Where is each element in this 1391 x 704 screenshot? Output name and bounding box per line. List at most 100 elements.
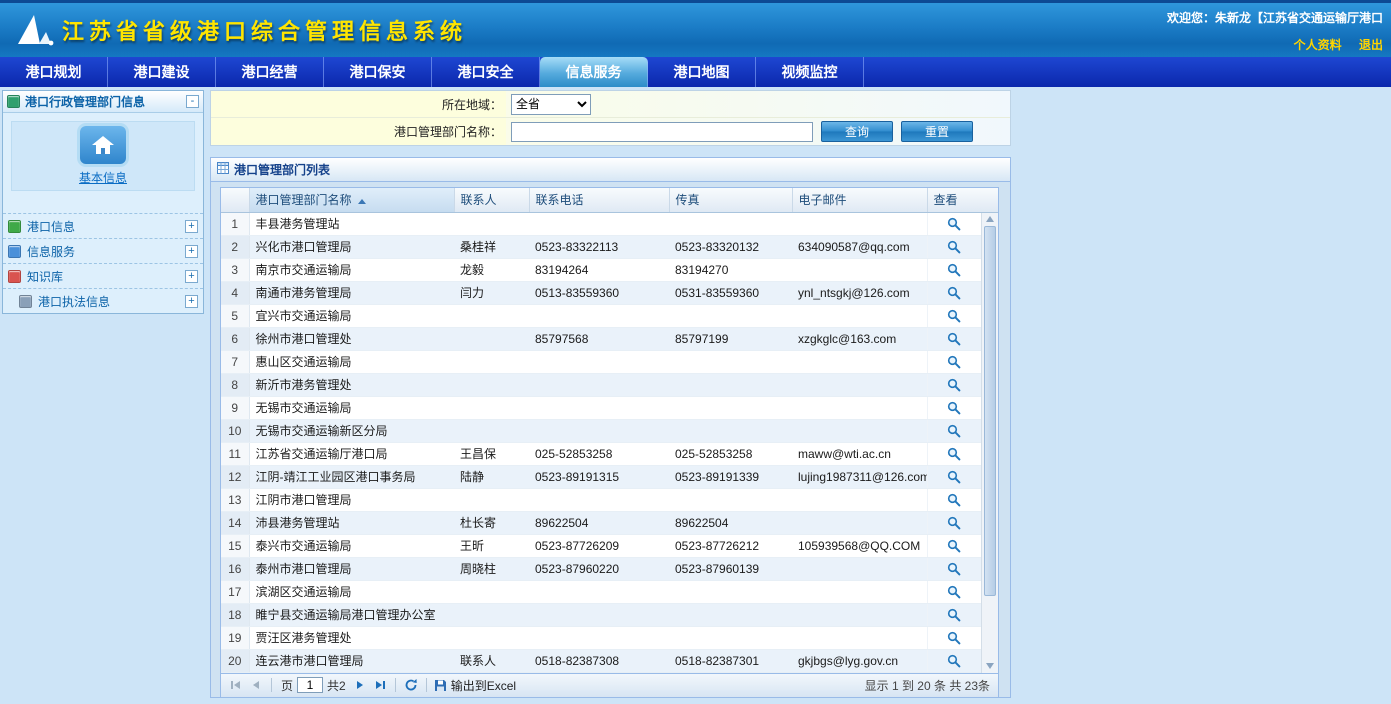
cell-email: [792, 580, 927, 603]
view-record-icon[interactable]: [947, 470, 961, 484]
sidebar-panel-admin-dept-header[interactable]: 港口行政管理部门信息 -: [3, 91, 203, 113]
collapse-button[interactable]: -: [186, 95, 199, 108]
last-page-button[interactable]: [371, 676, 389, 694]
view-record-icon[interactable]: [947, 539, 961, 553]
view-record-icon[interactable]: [947, 493, 961, 507]
cell-phone: [529, 304, 669, 327]
table-row[interactable]: 11江苏省交通运输厅港口局王昌保025-52853258025-52853258…: [221, 442, 981, 465]
scroll-down-icon[interactable]: [986, 663, 994, 669]
page-number-input[interactable]: [297, 677, 323, 693]
table-row[interactable]: 1丰县港务管理站: [221, 212, 981, 235]
knowledge-base-icon: [8, 270, 21, 283]
table-row[interactable]: 20连云港市港口管理局联系人0518-823873080518-82387301…: [221, 649, 981, 672]
view-record-icon[interactable]: [947, 631, 961, 645]
sidebar-item-basic-info[interactable]: 基本信息: [11, 121, 195, 191]
reset-button[interactable]: 重置: [901, 121, 973, 142]
cell-contact: 王昕: [454, 534, 529, 557]
nav-tab-2[interactable]: 港口建设: [108, 57, 216, 87]
cell-dept-name: 江阴市港口管理局: [249, 488, 454, 511]
view-record-icon[interactable]: [947, 608, 961, 622]
header-fax[interactable]: 传真: [669, 188, 792, 212]
law-enforcement-icon: [19, 295, 32, 308]
cell-contact: 闫力: [454, 281, 529, 304]
cell-rownum: 19: [221, 626, 249, 649]
cell-rownum: 2: [221, 235, 249, 258]
view-record-icon[interactable]: [947, 401, 961, 415]
view-record-icon[interactable]: [947, 332, 961, 346]
sidebar-panel-5-header[interactable]: 港口执法信息+: [3, 288, 203, 313]
table-row[interactable]: 8新沂市港务管理处: [221, 373, 981, 396]
prev-page-button[interactable]: [247, 676, 265, 694]
view-record-icon[interactable]: [947, 424, 961, 438]
cell-phone: 0523-89191315: [529, 465, 669, 488]
view-record-icon[interactable]: [947, 263, 961, 277]
cell-phone: 0513-83559360: [529, 281, 669, 304]
expand-button[interactable]: +: [185, 245, 198, 258]
scroll-up-icon[interactable]: [986, 216, 994, 222]
expand-button[interactable]: +: [185, 295, 198, 308]
table-row[interactable]: 2兴化市港口管理局桑桂祥0523-833221130523-8332013263…: [221, 235, 981, 258]
view-record-icon[interactable]: [947, 378, 961, 392]
app-logo-icon: [12, 12, 54, 48]
cell-email: [792, 212, 927, 235]
scrollbar-thumb[interactable]: [984, 226, 996, 596]
table-row[interactable]: 14沛县港务管理站杜长寄8962250489622504: [221, 511, 981, 534]
refresh-button[interactable]: [402, 676, 420, 694]
table-row[interactable]: 3南京市交通运输局龙毅8319426483194270: [221, 258, 981, 281]
table-row[interactable]: 17滨湖区交通运输局: [221, 580, 981, 603]
query-button[interactable]: 查询: [821, 121, 893, 142]
header-dept-name[interactable]: 港口管理部门名称: [249, 188, 454, 212]
logout-link[interactable]: 退出: [1359, 38, 1383, 52]
table-row[interactable]: 16泰州市港口管理局周晓柱0523-879602200523-87960139: [221, 557, 981, 580]
nav-tab-6[interactable]: 信息服务: [540, 57, 648, 87]
view-record-icon[interactable]: [947, 516, 961, 530]
view-record-icon[interactable]: [947, 654, 961, 668]
cell-rownum: 12: [221, 465, 249, 488]
dept-name-input[interactable]: [511, 122, 813, 142]
view-record-icon[interactable]: [947, 447, 961, 461]
view-record-icon[interactable]: [947, 562, 961, 576]
expand-button[interactable]: +: [185, 220, 198, 233]
nav-tab-5[interactable]: 港口安全: [432, 57, 540, 87]
profile-link[interactable]: 个人资料: [1294, 38, 1342, 52]
table-row[interactable]: 18睢宁县交通运输局港口管理办公室: [221, 603, 981, 626]
nav-tab-1[interactable]: 港口规划: [0, 57, 108, 87]
sidebar-panel-2-header[interactable]: 港口信息+: [3, 213, 203, 238]
next-page-button[interactable]: [351, 676, 369, 694]
export-excel-button[interactable]: 输出到Excel: [434, 677, 516, 694]
table-row[interactable]: 19贾汪区港务管理处: [221, 626, 981, 649]
nav-tab-8[interactable]: 视频监控: [756, 57, 864, 87]
view-record-icon[interactable]: [947, 585, 961, 599]
region-row: 所在地域： 全省: [211, 91, 1010, 118]
table-row[interactable]: 4南通市港务管理局闫力0513-835593600531-83559360ynl…: [221, 281, 981, 304]
table-row[interactable]: 13江阴市港口管理局: [221, 488, 981, 511]
sidebar-panel-3-header[interactable]: 信息服务+: [3, 238, 203, 263]
cell-contact: 联系人: [454, 649, 529, 672]
region-select[interactable]: 全省: [511, 94, 591, 115]
vertical-scrollbar[interactable]: [981, 188, 998, 673]
view-record-icon[interactable]: [947, 286, 961, 300]
header-contact[interactable]: 联系人: [454, 188, 529, 212]
table-row[interactable]: 5宜兴市交通运输局: [221, 304, 981, 327]
view-record-icon[interactable]: [947, 309, 961, 323]
header-email[interactable]: 电子邮件: [792, 188, 927, 212]
view-record-icon[interactable]: [947, 217, 961, 231]
first-page-button[interactable]: [227, 676, 245, 694]
table-row[interactable]: 15泰兴市交通运输局王昕0523-877262090523-8772621210…: [221, 534, 981, 557]
view-record-icon[interactable]: [947, 240, 961, 254]
cell-fax: [669, 396, 792, 419]
nav-tab-7[interactable]: 港口地图: [648, 57, 756, 87]
table-row[interactable]: 6徐州市港口管理处8579756885797199xzgkglc@163.com: [221, 327, 981, 350]
nav-tab-3[interactable]: 港口经营: [216, 57, 324, 87]
table-row[interactable]: 12江阴-靖江工业园区港口事务局陆静0523-891913150523-8919…: [221, 465, 981, 488]
header-view[interactable]: 查看: [927, 188, 981, 212]
view-record-icon[interactable]: [947, 355, 961, 369]
header-phone[interactable]: 联系电话: [529, 188, 669, 212]
expand-button[interactable]: +: [185, 270, 198, 283]
table-row[interactable]: 9无锡市交通运输局: [221, 396, 981, 419]
table-row[interactable]: 7惠山区交通运输局: [221, 350, 981, 373]
nav-tab-4[interactable]: 港口保安: [324, 57, 432, 87]
table-row[interactable]: 10无锡市交通运输新区分局: [221, 419, 981, 442]
search-panel: 所在地域： 全省 港口管理部门名称： 查询 重置: [210, 90, 1011, 146]
sidebar-panel-4-header[interactable]: 知识库+: [3, 263, 203, 288]
